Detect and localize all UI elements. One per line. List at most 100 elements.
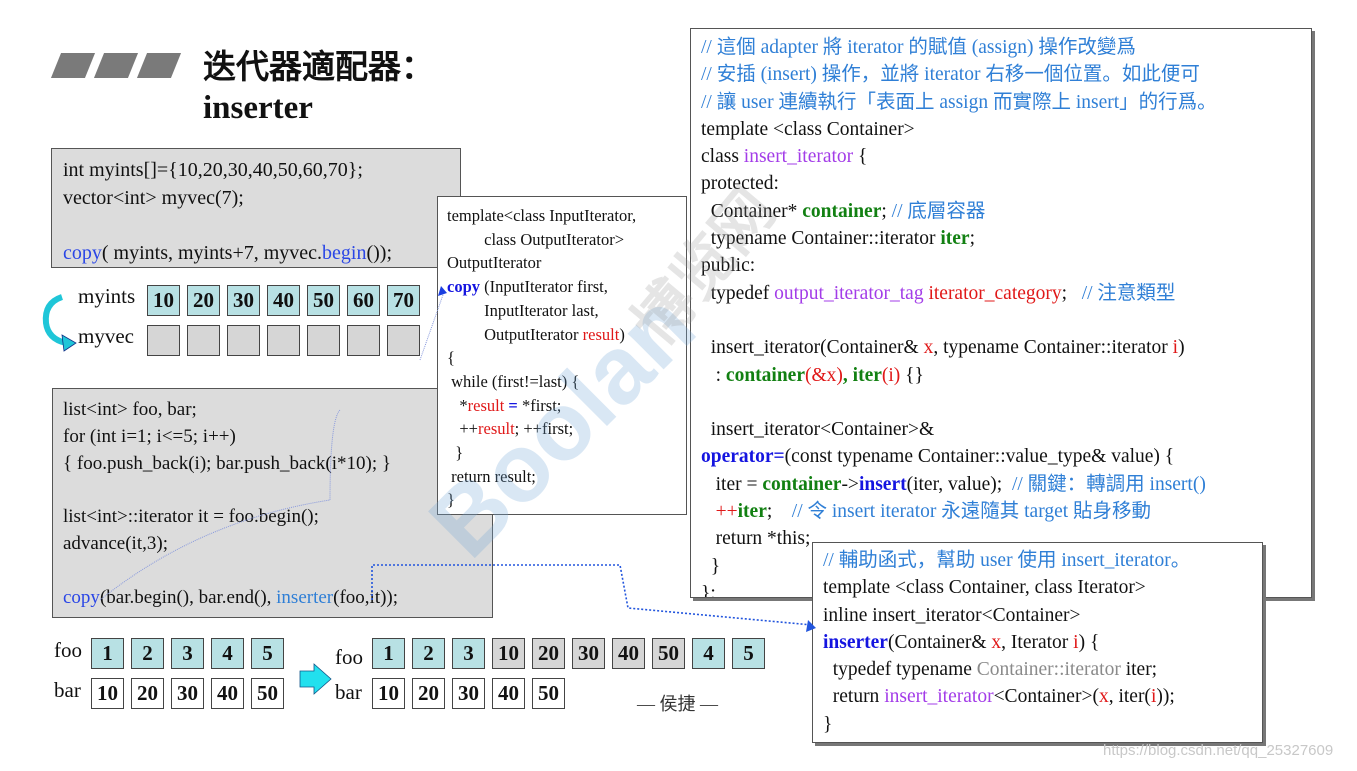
code-token: inserter bbox=[823, 631, 888, 653]
code-token: iter bbox=[737, 501, 767, 523]
code-token: (iter, value); bbox=[906, 473, 1012, 495]
code-token: )); bbox=[1156, 686, 1175, 708]
code-token: result bbox=[467, 395, 505, 415]
code-line: inserter(Container& x, Iterator i) { bbox=[823, 629, 1262, 656]
code-line: } bbox=[447, 488, 686, 512]
code-line: int myints[]={10,20,30,40,50,60,70}; bbox=[63, 157, 460, 185]
code-line: *result = *first; bbox=[447, 394, 686, 418]
array-cell bbox=[387, 325, 420, 356]
code-line: // 輔助函式，幫助 user 使用 insert_iterator。 bbox=[823, 547, 1262, 574]
code-token: list<int>::iterator it = foo.begin(); bbox=[63, 506, 319, 528]
array-cell: 20 bbox=[187, 285, 220, 316]
code-token: copy bbox=[63, 586, 100, 608]
array-cell: 10 bbox=[492, 638, 525, 669]
array-cell: 4 bbox=[211, 638, 244, 669]
code-line: vector<int> myvec(7); bbox=[63, 185, 460, 213]
array-cell: 30 bbox=[171, 678, 204, 709]
array-cell: 10 bbox=[91, 678, 124, 709]
curved-arrow-icon bbox=[42, 294, 77, 352]
array-cell: 50 bbox=[532, 678, 565, 709]
array-cell: 30 bbox=[227, 285, 260, 316]
array-cell: 2 bbox=[131, 638, 164, 669]
array-cell: 1 bbox=[91, 638, 124, 669]
code-token: Container::iterator bbox=[976, 659, 1121, 681]
code-line: OutputIterator result) bbox=[447, 323, 686, 347]
code-line: Container* container; // 底層容器 bbox=[701, 198, 1311, 225]
code-token: ++ bbox=[447, 419, 478, 439]
myvec-label: myvec bbox=[78, 324, 134, 348]
code-box-insert-iterator: // 這個 adapter 將 iterator 的賦值 (assign) 操作… bbox=[690, 28, 1312, 598]
code-line: inline insert_iterator<Container> bbox=[823, 602, 1262, 629]
code-token: ++ bbox=[701, 501, 738, 523]
code-box-inserter: // 輔助函式，幫助 user 使用 insert_iterator。 templ… bbox=[812, 542, 1263, 743]
code-token: ()); bbox=[366, 241, 393, 264]
array-cell: 40 bbox=[612, 638, 645, 669]
code-token: ; bbox=[881, 200, 892, 222]
array-cell: 50 bbox=[307, 285, 340, 316]
code-token: ( myints, myints+7, myvec. bbox=[101, 241, 323, 264]
code-token: template<class InputIterator, bbox=[447, 206, 637, 225]
code-line: public: bbox=[701, 252, 1311, 279]
code-token: , typename Container::iterator bbox=[933, 337, 1173, 359]
code-token: } bbox=[823, 713, 833, 735]
array-cell: 5 bbox=[732, 638, 765, 669]
code-token: , Iterator bbox=[1001, 631, 1074, 653]
code-token: inline insert_iterator<Container> bbox=[823, 604, 1081, 626]
code-token: // 關鍵：轉調用 insert() bbox=[1011, 473, 1206, 495]
code-token: typename Container::iterator bbox=[701, 228, 941, 250]
code-line: InputIterator last, bbox=[447, 299, 686, 323]
author-credit: — 侯捷 — bbox=[637, 694, 718, 714]
code-line: copy(bar.begin(), bar.end(), inserter(fo… bbox=[63, 585, 492, 612]
code-token: (Container& bbox=[887, 631, 992, 653]
bar-label: bar bbox=[54, 678, 81, 702]
code-token: container bbox=[725, 364, 805, 386]
code-token: (const typename Container::value_type& v… bbox=[784, 446, 1175, 468]
array-cell: 60 bbox=[347, 285, 380, 316]
code-token: ; ++first; bbox=[514, 419, 574, 439]
array-cell: 3 bbox=[171, 638, 204, 669]
array-cell: 10 bbox=[372, 678, 405, 709]
code-token: x bbox=[991, 631, 1002, 653]
array-cell: 40 bbox=[211, 678, 244, 709]
array-cell bbox=[267, 325, 300, 356]
code-line: // 讓 user 連續執行「表面上 assign 而實際上 insert」的行… bbox=[701, 89, 1311, 116]
array-cell bbox=[187, 325, 220, 356]
code-line: // 安插 (insert) 操作，並將 iterator 右移一個位置。如此便… bbox=[701, 61, 1311, 88]
array-cell bbox=[147, 325, 180, 356]
code-box-vector: int myints[]={10,20,30,40,50,60,70}; vect… bbox=[51, 148, 461, 268]
array-cell: 5 bbox=[251, 638, 284, 669]
array-cell: 50 bbox=[251, 678, 284, 709]
code-line: list<int> foo, bar; bbox=[63, 397, 492, 424]
code-token: } bbox=[447, 490, 455, 510]
code-token: x bbox=[923, 337, 934, 359]
code-line: copy( myints, myints+7, myvec.begin()); bbox=[63, 240, 460, 268]
array-cell: 50 bbox=[652, 638, 685, 669]
code-token: * bbox=[447, 395, 468, 415]
title-decoration bbox=[50, 53, 182, 79]
code-line: list<int>::iterator it = foo.begin(); bbox=[63, 504, 492, 531]
code-line: } bbox=[823, 711, 1262, 738]
code-token: list<int> foo, bar; bbox=[63, 399, 197, 420]
slide-title: 迭代器適配器： inserter bbox=[203, 48, 434, 128]
code-token: begin bbox=[322, 241, 367, 264]
code-token: InputIterator last, bbox=[447, 300, 599, 320]
code-token: inserter bbox=[276, 586, 334, 608]
array-cell bbox=[307, 325, 340, 356]
code-token: { bbox=[447, 348, 455, 368]
code-token: OutputIterator bbox=[447, 253, 542, 273]
code-token: output_iterator_tag bbox=[774, 282, 924, 304]
code-token: iterator_category bbox=[928, 282, 1062, 304]
array-cell: 3 bbox=[452, 638, 485, 669]
code-token: typedef typename bbox=[823, 659, 977, 681]
code-token: x bbox=[1098, 686, 1109, 708]
code-token: container bbox=[762, 473, 842, 495]
code-line: insert_iterator<Container>& bbox=[701, 416, 1311, 443]
code-token: (&x) bbox=[805, 364, 843, 386]
code-token: typedef bbox=[701, 282, 775, 304]
code-line: OutputIterator bbox=[447, 251, 686, 275]
code-token: { bbox=[853, 146, 868, 168]
code-token: insert_iterator bbox=[884, 686, 994, 708]
code-token: // 注意類型 bbox=[1081, 282, 1176, 304]
code-token: (bar.begin(), bar.end(), bbox=[99, 586, 277, 608]
